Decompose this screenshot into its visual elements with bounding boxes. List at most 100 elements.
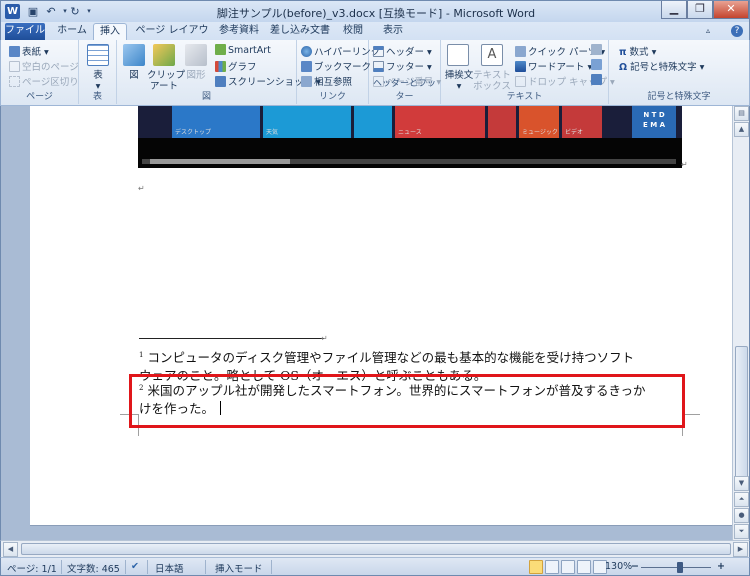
web-layout-icon[interactable] (561, 560, 575, 574)
status-divider (271, 560, 272, 574)
page-count[interactable]: ページ: 1/1 (7, 561, 57, 575)
zoom-slider[interactable] (641, 567, 711, 568)
proofing-icon[interactable]: ✔ (131, 561, 139, 572)
word-count[interactable]: 文字数: 465 (67, 561, 120, 575)
weather-tile: 天気 (263, 106, 351, 138)
status-divider (205, 560, 206, 574)
video-tile: ビデオ (562, 106, 602, 138)
group-label-illustrations: 図 (201, 92, 211, 102)
insert-text-icon[interactable] (447, 44, 469, 66)
zoom-out-icon[interactable]: − (631, 561, 639, 572)
header-icon (373, 46, 384, 57)
status-divider (147, 560, 148, 574)
status-divider (61, 560, 62, 574)
smartart-icon (215, 44, 226, 55)
news-tile-label: ニュース (398, 129, 422, 136)
date-time-button[interactable] (591, 59, 604, 71)
tab-insert[interactable]: 挿入 (93, 23, 127, 40)
cover-page-button[interactable]: 表紙 ▾ (9, 44, 49, 58)
zoom-in-icon[interactable]: + (717, 561, 725, 572)
bookmark-button[interactable]: ブックマーク (301, 59, 371, 73)
ribbon-minimize-icon[interactable]: ▵ (701, 23, 715, 40)
header-button[interactable]: ヘッダー ▾ (373, 44, 432, 58)
paragraph-mark: ↵ (321, 334, 328, 343)
signature-line-button[interactable] (591, 44, 604, 56)
previous-page-icon[interactable]: ⏶ (734, 492, 749, 507)
screenshot-icon (215, 76, 226, 87)
close-icon[interactable]: ✕ (713, 1, 749, 19)
cover-page-icon (9, 46, 20, 57)
cover-page-label: 表紙 (22, 47, 42, 58)
grid-tile: N T D E M A (632, 106, 676, 138)
vertical-scrollbar[interactable]: ▤ ▲ ▼ ⏶ ● ⏷ (732, 106, 749, 540)
picture-button[interactable]: 図 (121, 70, 147, 81)
tab-mailings[interactable]: 差し込み文書 (267, 23, 333, 40)
zoom-level[interactable]: 130% (605, 561, 632, 572)
minimize-icon[interactable]: ▁ (661, 1, 687, 19)
group-label-pages: ページ (26, 92, 53, 102)
group-links: ハイパーリンク ブックマーク 相互参照 リンク (297, 40, 380, 104)
wordart-icon (515, 61, 526, 72)
footer-button[interactable]: フッター ▾ (373, 59, 432, 73)
shapes-button[interactable]: 図形 (181, 70, 211, 81)
help-icon[interactable]: ? (731, 25, 743, 37)
scroll-down-icon[interactable]: ▼ (734, 476, 749, 491)
next-page-icon[interactable]: ⏷ (734, 524, 749, 539)
ruler-toggle-icon[interactable]: ▤ (734, 106, 749, 121)
browse-object-icon[interactable]: ● (734, 508, 749, 523)
group-table: 表 ▾ 表 (79, 40, 117, 104)
symbol-label: 記号と特殊文字 (630, 62, 697, 73)
outline-icon[interactable] (577, 560, 591, 574)
smartart-button[interactable]: SmartArt (215, 44, 271, 56)
hyperlink-icon (301, 46, 312, 57)
group-label-table: 表 (92, 92, 102, 102)
insert-mode[interactable]: 挿入モード (215, 561, 263, 575)
news-tile: ニュース (395, 106, 485, 138)
wordart-label: ワードアート (528, 62, 585, 73)
document-page[interactable] (30, 106, 733, 526)
tab-home[interactable]: ホーム (51, 23, 93, 40)
zoom-slider-thumb[interactable] (677, 562, 683, 573)
tab-file[interactable]: ファイル (5, 23, 45, 40)
print-layout-icon[interactable] (529, 560, 543, 574)
horizontal-scroll-thumb[interactable] (21, 543, 731, 555)
textbox-icon[interactable]: A (481, 44, 503, 66)
scroll-right-icon[interactable]: ▶ (733, 542, 748, 557)
footer-label: フッター (386, 62, 425, 73)
tab-page-layout[interactable]: ページ レイアウト (131, 23, 213, 52)
chart-button[interactable]: グラフ (215, 59, 257, 73)
vertical-scroll-thumb[interactable] (735, 346, 748, 486)
scroll-up-icon[interactable]: ▲ (734, 122, 749, 137)
music-tile-label: ミュージック (522, 129, 558, 136)
tab-references[interactable]: 参考資料 (213, 23, 265, 40)
horizontal-scrollbar[interactable]: ◀ ▶ (0, 540, 750, 557)
table-icon[interactable] (87, 44, 109, 66)
table-button-label: 表 (93, 70, 103, 81)
symbol-button[interactable]: Ω 記号と特殊文字 ▾ (619, 59, 704, 73)
language[interactable]: 日本語 (155, 561, 184, 575)
embedded-scroll-thumb (150, 159, 290, 164)
full-screen-reading-icon[interactable] (545, 560, 559, 574)
blank-page-button[interactable]: 空白のページ (9, 59, 79, 73)
tab-review[interactable]: 校閲 (335, 23, 371, 40)
restore-icon[interactable]: ❐ (687, 1, 713, 19)
group-label-text: テキスト (506, 92, 543, 102)
clipart-icon[interactable] (153, 44, 175, 66)
page-break-button[interactable]: ページ区切り (9, 74, 79, 88)
status-divider (125, 560, 126, 574)
pi-icon: π (619, 47, 627, 58)
bookmark-icon (301, 61, 312, 72)
cross-reference-button[interactable]: 相互参照 (301, 74, 352, 88)
tab-view[interactable]: 表示 (375, 23, 411, 40)
group-header-footer: ヘッダー ▾ フッター ▾ ページ番号 ▾ ヘッダーとフッター (369, 40, 441, 104)
tile (354, 106, 392, 138)
object-button[interactable] (591, 74, 604, 86)
bookmark-label: ブックマーク (314, 62, 372, 73)
shapes-icon[interactable] (185, 44, 207, 66)
picture-icon[interactable] (123, 44, 145, 66)
scroll-left-icon[interactable]: ◀ (3, 542, 18, 557)
wordart-button[interactable]: ワードアート ▾ (515, 59, 592, 73)
equation-button[interactable]: π 数式 ▾ (619, 44, 656, 58)
quick-parts-icon (515, 46, 526, 57)
group-text: 挿挨文 ▾ A テキスト ボックス クイック パーツ ▾ ワードアート ▾ ドロッ… (441, 40, 615, 104)
